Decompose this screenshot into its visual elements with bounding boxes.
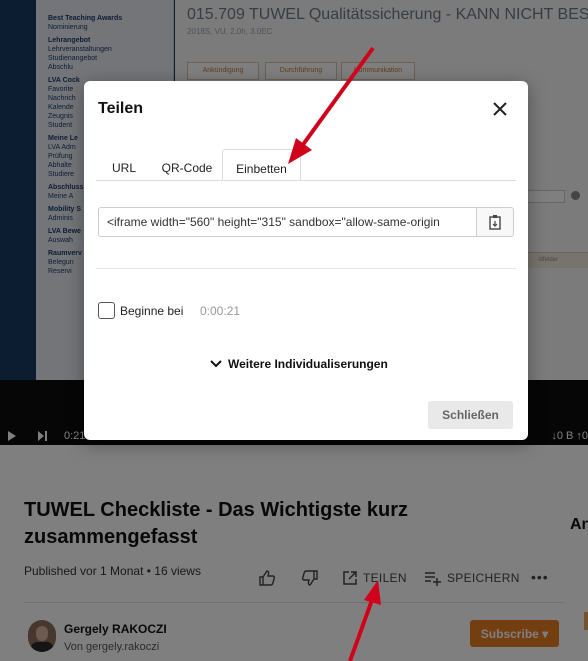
start-at-label[interactable]: Beginne bei bbox=[120, 304, 183, 318]
divider bbox=[96, 268, 516, 269]
start-at-checkbox[interactable] bbox=[98, 302, 115, 319]
dialog-title: Teilen bbox=[98, 100, 144, 117]
screen: Best Teaching AwardsNominierungLehrangeb… bbox=[0, 0, 588, 661]
tab-einbetten[interactable]: Einbetten bbox=[222, 149, 301, 181]
close-dialog-button[interactable]: Schließen bbox=[428, 401, 513, 429]
tab-qr-code[interactable]: QR-Code bbox=[156, 149, 218, 181]
embed-code-field[interactable]: <iframe width="560" height="315" sandbox… bbox=[98, 207, 476, 237]
start-at-time: 0:00:21 bbox=[200, 304, 241, 318]
chevron-down-icon bbox=[210, 360, 222, 368]
copy-button[interactable] bbox=[476, 207, 514, 237]
tabs-divider bbox=[96, 180, 516, 181]
more-customizations-toggle[interactable]: Weitere Individualiserungen bbox=[210, 356, 388, 372]
clipboard-icon bbox=[489, 215, 501, 230]
share-dialog: Teilen URL QR-Code Einbetten <iframe wid… bbox=[84, 81, 528, 440]
tab-url[interactable]: URL bbox=[102, 149, 146, 181]
close-button[interactable] bbox=[486, 95, 514, 123]
more-customizations-label: Weitere Individualiserungen bbox=[228, 357, 388, 371]
close-icon bbox=[493, 102, 507, 116]
